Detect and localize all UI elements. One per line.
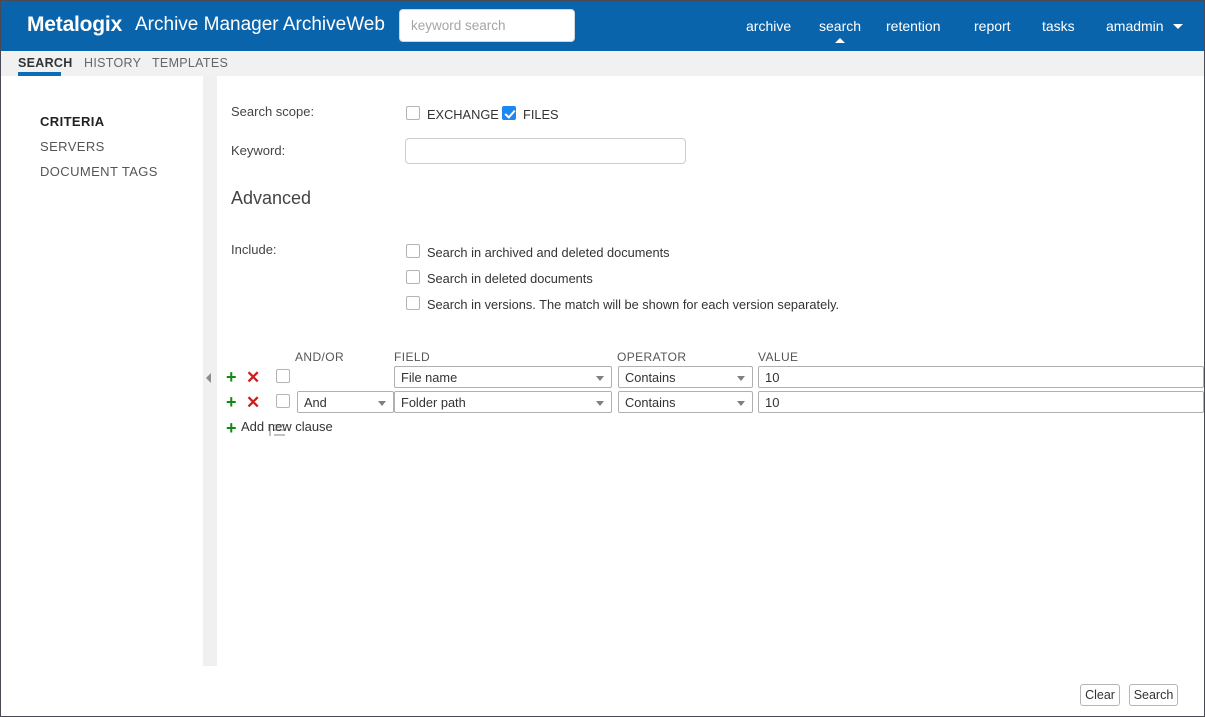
search-scope-label: Search scope:: [231, 104, 315, 119]
field-select-row-1[interactable]: File name: [394, 366, 612, 388]
checkbox-exchange[interactable]: [406, 106, 420, 120]
value-input-row-1[interactable]: [758, 366, 1204, 388]
column-header-field: FIELD: [394, 350, 431, 364]
checkbox-files-label[interactable]: FILES: [523, 107, 559, 122]
chevron-down-icon: [596, 376, 604, 381]
nav-label: retention: [886, 18, 941, 34]
checkbox-search-archived-deleted[interactable]: [406, 244, 420, 258]
chevron-down-icon: [737, 376, 745, 381]
operator-select-row-2[interactable]: Contains: [618, 391, 753, 413]
footer-bar: Clear Search: [2, 666, 1204, 716]
active-nav-indicator-icon: [835, 38, 846, 43]
nav-label: archive: [746, 18, 792, 34]
sidebar-item-document-tags[interactable]: DOCUMENT TAGS: [40, 164, 158, 179]
nav-item-archive[interactable]: archive: [746, 18, 791, 34]
app-header: Metalogix Archive Manager ArchiveWeb arc…: [1, 1, 1204, 51]
nav-label: search: [819, 18, 862, 34]
chevron-down-icon: [1173, 24, 1184, 29]
field-select-value: Folder path: [401, 395, 466, 410]
nav-label: tasks: [1042, 18, 1075, 34]
nav-item-search[interactable]: search: [819, 18, 862, 43]
add-new-clause-link[interactable]: Add new clause: [241, 419, 333, 434]
nav-label: amadmin: [1106, 18, 1164, 34]
tab-search[interactable]: SEARCH: [18, 56, 73, 70]
include-label: Include:: [231, 242, 277, 257]
keyword-label: Keyword:: [231, 143, 286, 158]
sidebar-collapse-icon[interactable]: [206, 373, 211, 383]
value-input-row-2[interactable]: [758, 391, 1204, 413]
app-title: Archive Manager ArchiveWeb: [135, 14, 385, 35]
sidebar-item-servers[interactable]: SERVERS: [40, 139, 105, 154]
column-header-operator: OPERATOR: [617, 350, 687, 364]
nav-item-report[interactable]: report: [974, 18, 1011, 34]
checkbox-files[interactable]: [502, 106, 516, 120]
andor-select-value: And: [304, 395, 327, 410]
column-header-value: VALUE: [758, 350, 799, 364]
add-new-clause-icon[interactable]: +: [226, 419, 237, 437]
app-window: Metalogix Archive Manager ArchiveWeb arc…: [0, 0, 1205, 717]
clause-row-select-checkbox[interactable]: [276, 394, 290, 408]
checkbox-exchange-label[interactable]: EXCHANGE: [427, 107, 499, 122]
chevron-down-icon: [378, 401, 386, 406]
remove-clause-row-button[interactable]: ✕: [246, 394, 260, 411]
sidebar: CRITERIA SERVERS DOCUMENT TAGS: [2, 76, 203, 666]
clause-row-select-checkbox[interactable]: [276, 369, 290, 383]
search-button[interactable]: Search: [1129, 684, 1178, 706]
column-header-andor: AND/OR: [295, 350, 345, 364]
nav-item-retention[interactable]: retention: [886, 18, 940, 34]
operator-select-value: Contains: [625, 370, 676, 385]
keyword-input[interactable]: [405, 138, 686, 164]
keyword-search-input[interactable]: [399, 9, 575, 42]
sidebar-divider: [203, 76, 217, 666]
chevron-down-icon: [596, 401, 604, 406]
operator-select-row-1[interactable]: Contains: [618, 366, 753, 388]
tab-templates[interactable]: TEMPLATES: [152, 56, 228, 70]
sidebar-item-criteria[interactable]: CRITERIA: [40, 114, 105, 129]
clear-button[interactable]: Clear: [1080, 684, 1120, 706]
remove-clause-row-button[interactable]: ✕: [246, 369, 260, 386]
checkbox-search-archived-deleted-label[interactable]: Search in archived and deleted documents: [427, 245, 670, 260]
checkbox-search-versions-label[interactable]: Search in versions. The match will be sh…: [427, 297, 839, 312]
brand-logo: Metalogix: [27, 13, 123, 36]
chevron-down-icon: [737, 401, 745, 406]
nav-label: report: [974, 18, 1011, 34]
main-content: Search scope: EXCHANGE FILES Keyword: Ad…: [217, 76, 1204, 666]
sub-tab-bar: SEARCH HISTORY TEMPLATES: [1, 51, 1204, 76]
nav-item-tasks[interactable]: tasks: [1042, 18, 1075, 34]
checkbox-search-versions[interactable]: [406, 296, 420, 310]
field-select-value: File name: [401, 370, 458, 385]
advanced-section-title: Advanced: [231, 188, 312, 208]
andor-select-row-2[interactable]: And: [297, 391, 394, 413]
nav-item-user-menu[interactable]: amadmin: [1106, 18, 1184, 34]
checkbox-search-deleted[interactable]: [406, 270, 420, 284]
add-clause-row-button[interactable]: +: [226, 368, 237, 386]
operator-select-value: Contains: [625, 395, 676, 410]
add-clause-row-button[interactable]: +: [226, 393, 237, 411]
field-select-row-2[interactable]: Folder path: [394, 391, 612, 413]
checkbox-search-deleted-label[interactable]: Search in deleted documents: [427, 271, 593, 286]
tab-history[interactable]: HISTORY: [84, 56, 141, 70]
